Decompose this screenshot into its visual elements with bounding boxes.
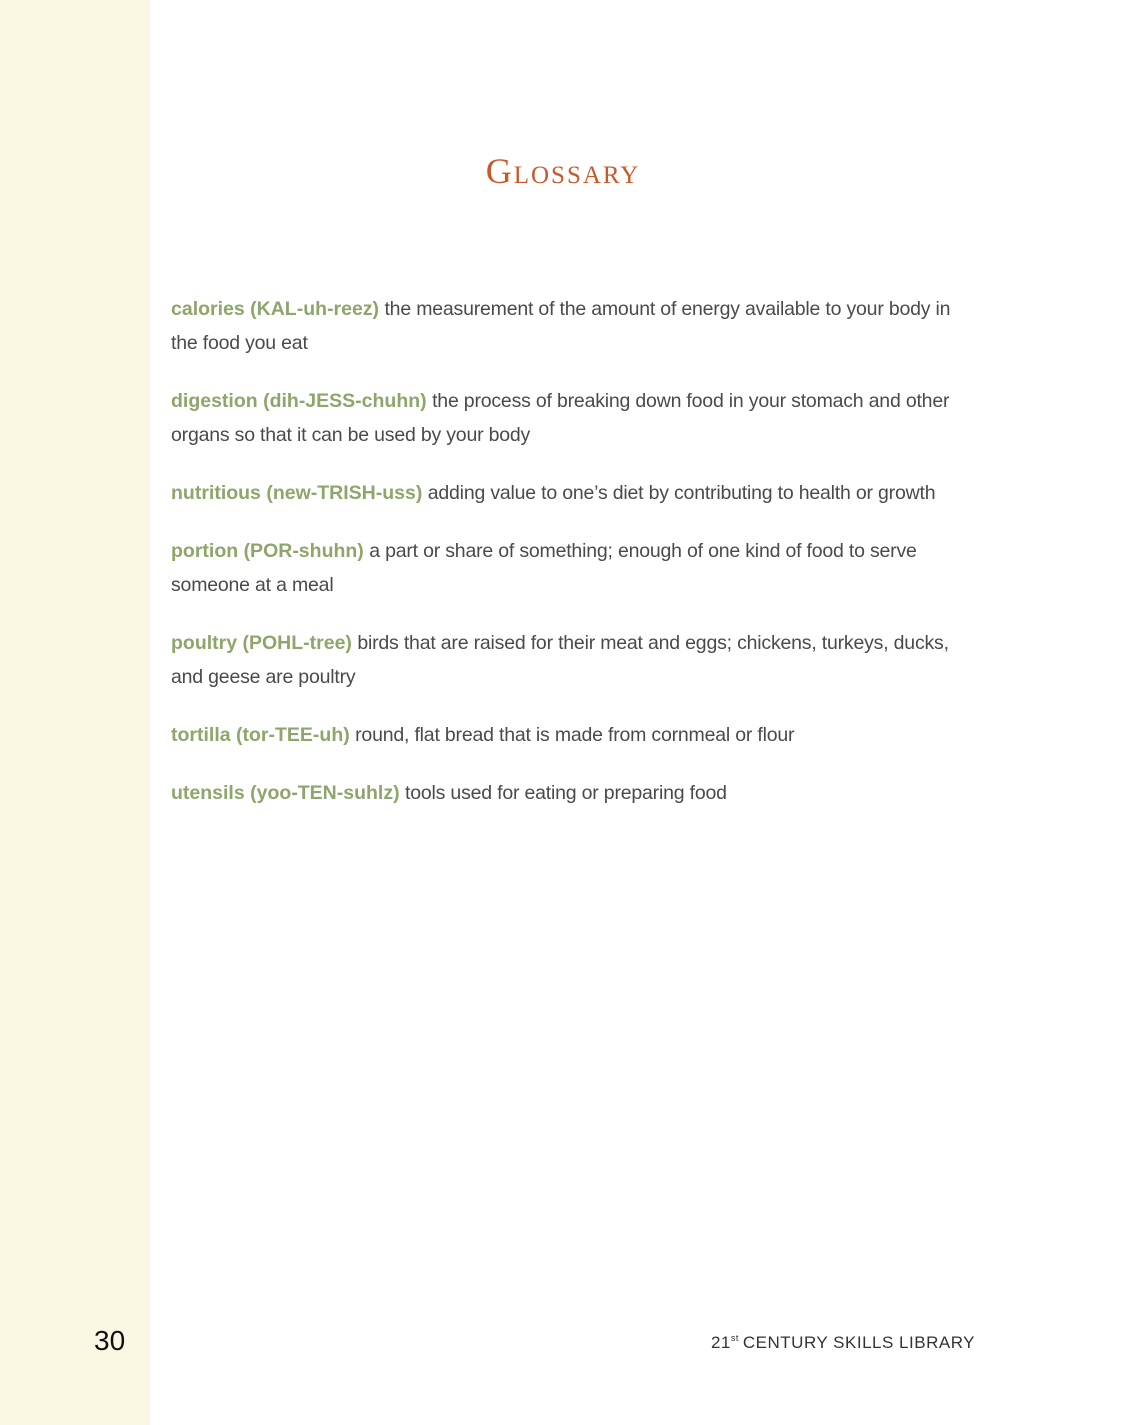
series-rest: CENTURY SKILLS LIBRARY bbox=[742, 1333, 975, 1352]
glossary-term: portion (POR-shuhn) bbox=[171, 540, 364, 562]
glossary-definition: round, flat bread that is made from corn… bbox=[355, 724, 795, 746]
glossary-term: tortilla (tor-TEE-uh) bbox=[171, 724, 350, 746]
glossary-term: calories (KAL-uh-reez) bbox=[171, 298, 380, 320]
glossary-entry: utensils (yoo-TEN-suhlz) tools used for … bbox=[171, 776, 961, 810]
glossary-term: utensils (yoo-TEN-suhlz) bbox=[171, 782, 400, 804]
series-prefix: 21 bbox=[710, 1333, 731, 1352]
glossary-entry: calories (KAL-uh-reez) the measurement o… bbox=[171, 292, 961, 360]
glossary-entry: digestion (dih-JESS-chuhn) the process o… bbox=[171, 384, 961, 452]
series-superscript: st bbox=[730, 1333, 739, 1343]
glossary-entry: tortilla (tor-TEE-uh) round, flat bread … bbox=[171, 718, 961, 752]
glossary-entry: portion (POR-shuhn) a part or share of s… bbox=[171, 534, 961, 602]
page-title: Glossary bbox=[485, 151, 641, 191]
glossary-term: nutritious (new-TRISH-uss) bbox=[171, 482, 423, 504]
glossary-entry: nutritious (new-TRISH-uss) adding value … bbox=[171, 476, 961, 510]
glossary-term: poultry (POHL-tree) bbox=[171, 632, 352, 654]
glossary-entry: poultry (POHL-tree) birds that are raise… bbox=[171, 626, 961, 694]
page-number: 30 bbox=[94, 1325, 126, 1356]
glossary-list: calories (KAL-uh-reez) the measurement o… bbox=[171, 292, 961, 834]
glossary-definition: tools used for eating or preparing food bbox=[405, 782, 727, 804]
series-name: 21st CENTURY SKILLS LIBRARY bbox=[711, 1333, 975, 1353]
glossary-term: digestion (dih-JESS-chuhn) bbox=[171, 390, 427, 412]
side-margin-strip bbox=[0, 0, 150, 1425]
glossary-definition: adding value to one’s diet by contributi… bbox=[427, 482, 936, 504]
